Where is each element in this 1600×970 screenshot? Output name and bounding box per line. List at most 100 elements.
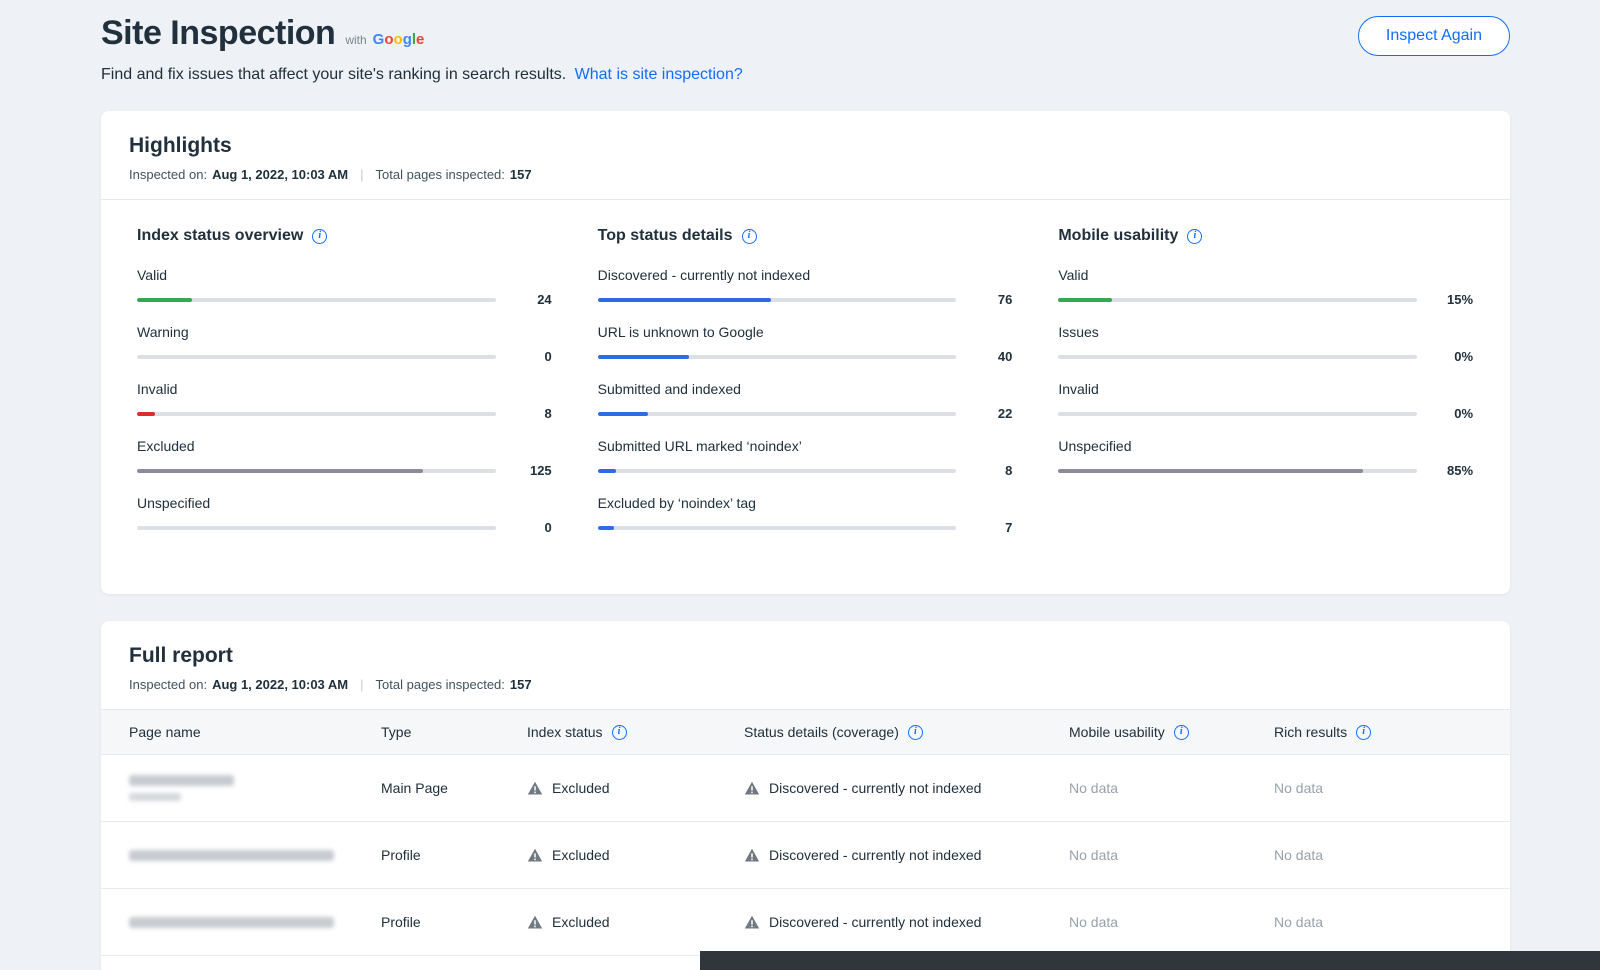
rich-results-cell: No data	[1274, 847, 1482, 863]
bar-track	[598, 412, 957, 416]
total-pages-label: Total pages inspected:	[376, 677, 505, 692]
info-icon[interactable]: i	[1187, 229, 1202, 244]
bar-track	[137, 298, 496, 302]
column-header-page-name: Page name	[129, 724, 381, 740]
full-report-meta: Inspected on: Aug 1, 2022, 10:03 AM | To…	[129, 677, 1482, 692]
warning-icon	[527, 914, 543, 930]
page-name-cell[interactable]	[129, 917, 381, 928]
bar-track	[598, 298, 957, 302]
page-header: Site Inspection with Google Find and fix…	[101, 14, 1510, 84]
inspected-on-value: Aug 1, 2022, 10:03 AM	[212, 677, 348, 692]
bar-track	[1058, 412, 1417, 416]
column-header-mobile-usability: Mobile usabilityi	[1069, 724, 1274, 740]
full-report-title: Full report	[129, 644, 1482, 668]
bar-fill	[598, 355, 689, 359]
bar-track	[1058, 298, 1417, 302]
highlights-meta: Inspected on: Aug 1, 2022, 10:03 AM | To…	[129, 167, 1482, 182]
index-status-cell: Excluded	[527, 780, 744, 796]
site-inspection-page: Site Inspection with Google Find and fix…	[0, 0, 1600, 970]
warning-icon	[527, 780, 543, 796]
report-table-header: Page name Type Index statusi Status deta…	[101, 710, 1510, 754]
google-logo: Google	[373, 31, 425, 48]
metric-mobile-unspecified: Unspecified 85%	[1058, 438, 1473, 478]
metric-submitted-indexed: Submitted and indexed 22	[598, 381, 1013, 421]
rich-results-cell: No data	[1274, 780, 1482, 796]
warning-icon	[744, 847, 760, 863]
inspected-on-label: Inspected on:	[129, 677, 207, 692]
bar-fill	[598, 298, 772, 302]
highlights-columns: Index status overview i Valid 24 Warning…	[101, 200, 1510, 594]
metric-unspecified: Unspecified 0	[137, 495, 552, 535]
index-status-cell: Excluded	[527, 914, 744, 930]
total-pages-value: 157	[510, 167, 532, 182]
title-row: Site Inspection with Google	[101, 14, 743, 53]
metric-mobile-invalid: Invalid 0%	[1058, 381, 1473, 421]
header-left: Site Inspection with Google Find and fix…	[101, 14, 743, 84]
warning-icon	[744, 780, 760, 796]
warning-icon	[527, 847, 543, 863]
metric-invalid: Invalid 8	[137, 381, 552, 421]
page-name-cell[interactable]	[129, 850, 381, 861]
bar-fill	[1058, 469, 1363, 473]
blurred-page-subtext	[129, 793, 181, 801]
warning-icon	[744, 914, 760, 930]
bar-fill	[137, 298, 192, 302]
bar-track	[137, 469, 496, 473]
metric-excluded-noindex-tag: Excluded by ‘noindex’ tag 7	[598, 495, 1013, 535]
google-letter: e	[416, 31, 424, 48]
bar-fill	[137, 412, 155, 416]
status-details-cell: Discovered - currently not indexed	[744, 847, 1069, 863]
metric-valid: Valid 24	[137, 267, 552, 307]
table-row[interactable]: Main Page Excluded Discovered - currentl…	[101, 754, 1510, 821]
page-title: Site Inspection	[101, 14, 335, 53]
blurred-page-name	[129, 775, 234, 786]
full-report-card-header: Full report Inspected on: Aug 1, 2022, 1…	[101, 621, 1510, 710]
what-is-site-inspection-link[interactable]: What is site inspection?	[575, 66, 743, 83]
bar-fill	[598, 526, 614, 530]
metric-mobile-valid: Valid 15%	[1058, 267, 1473, 307]
full-report-card: Full report Inspected on: Aug 1, 2022, 1…	[101, 621, 1510, 970]
bottom-dark-strip	[700, 951, 1600, 970]
info-icon[interactable]: i	[742, 229, 757, 244]
index-status-overview-column: Index status overview i Valid 24 Warning…	[137, 227, 552, 552]
mobile-usability-cell: No data	[1069, 780, 1274, 796]
page-subtitle: Find and fix issues that affect your sit…	[101, 66, 743, 84]
metric-warning: Warning 0	[137, 324, 552, 364]
metric-submitted-noindex: Submitted URL marked ‘noindex’ 8	[598, 438, 1013, 478]
inspected-on-label: Inspected on:	[129, 167, 207, 182]
info-icon[interactable]: i	[1356, 725, 1371, 740]
bar-track	[1058, 355, 1417, 359]
table-row[interactable]: Profile Excluded Discovered - currently …	[101, 821, 1510, 888]
page-name-cell[interactable]	[129, 775, 381, 801]
metric-excluded: Excluded 125	[137, 438, 552, 478]
info-icon[interactable]: i	[1174, 725, 1189, 740]
info-icon[interactable]: i	[312, 229, 327, 244]
with-label: with	[345, 33, 366, 47]
highlights-title: Highlights	[129, 134, 1482, 158]
bar-track	[598, 526, 957, 530]
column-header-status-details: Status details (coverage)i	[744, 724, 1069, 740]
google-letter: G	[373, 31, 385, 48]
type-cell: Profile	[381, 847, 527, 863]
column-title: Index status overview	[137, 227, 303, 245]
google-letter: o	[384, 31, 393, 48]
metric-mobile-issues: Issues 0%	[1058, 324, 1473, 364]
metric-discovered-not-indexed: Discovered - currently not indexed 76	[598, 267, 1013, 307]
info-icon[interactable]: i	[908, 725, 923, 740]
metric-url-unknown: URL is unknown to Google 40	[598, 324, 1013, 364]
bar-fill	[137, 469, 423, 473]
bar-track	[598, 355, 957, 359]
bar-fill	[598, 412, 648, 416]
column-header-index-status: Index statusi	[527, 724, 744, 740]
bar-track	[1058, 469, 1417, 473]
column-header-rich-results: Rich resultsi	[1274, 724, 1482, 740]
blurred-page-name	[129, 850, 334, 861]
bar-track	[137, 355, 496, 359]
type-cell: Profile	[381, 914, 527, 930]
inspected-on-value: Aug 1, 2022, 10:03 AM	[212, 167, 348, 182]
meta-separator: |	[360, 677, 363, 692]
info-icon[interactable]: i	[612, 725, 627, 740]
inspect-again-button[interactable]: Inspect Again	[1358, 16, 1510, 56]
column-header-type: Type	[381, 724, 527, 740]
table-row[interactable]: Profile Excluded Discovered - currently …	[101, 888, 1510, 955]
